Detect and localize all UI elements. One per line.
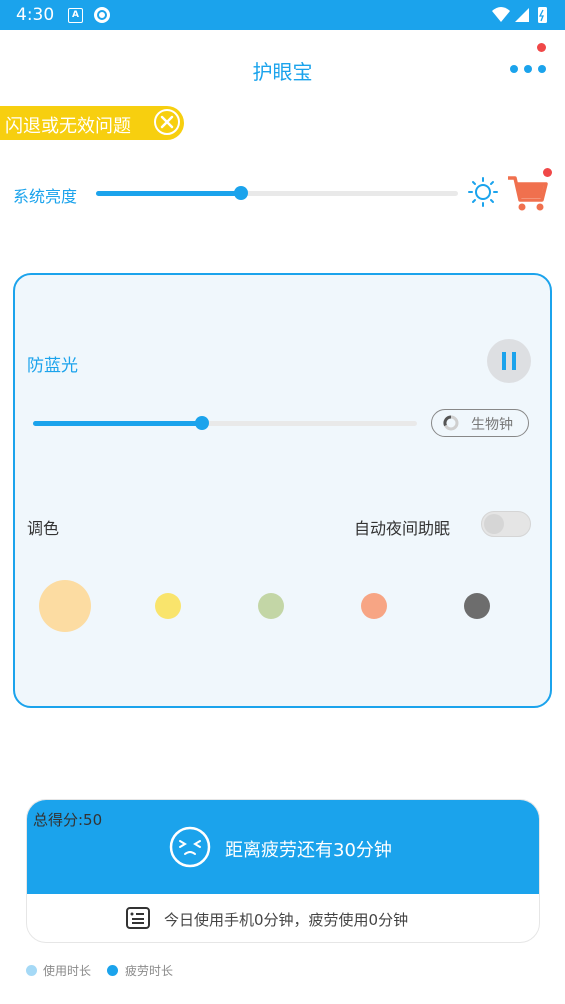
blue-light-card: 防蓝光 生物钟 调色 自动夜间助眠 [13,273,552,708]
color-swatch[interactable] [464,593,490,619]
color-swatch[interactable] [39,580,91,632]
pause-icon-bar [512,352,516,370]
fatigue-countdown: 距离疲劳还有30分钟 [225,840,392,861]
pause-button[interactable] [487,339,531,383]
blue-light-slider[interactable] [33,416,417,430]
status-time: 4:30 [16,5,55,25]
fatigue-legend-dot [107,965,118,976]
report-icon [126,907,150,929]
today-usage-text: 今日使用手机0分钟，疲劳使用0分钟 [164,911,409,929]
more-dot [538,65,546,73]
blue-light-slider-fill [33,421,202,426]
brightness-slider-thumb[interactable] [234,186,248,200]
tint-label: 调色 [27,519,60,538]
more-dots-icon [510,65,518,73]
clock-spinner-icon [443,415,459,431]
pause-icon [502,352,506,370]
toggle-knob [484,514,504,534]
page-title: 护眼宝 [252,60,313,84]
brightness-label: 系统亮度 [13,187,78,206]
crash-issue-banner[interactable]: 闪退或无效问题 [0,106,184,140]
battery-icon [538,7,547,23]
cart-notification-badge [543,168,552,177]
sun-icon [468,177,498,207]
blue-light-title: 防蓝光 [27,356,78,376]
fatigue-legend-label: 疲劳时长 [125,964,174,978]
night-assist-label: 自动夜间助眠 [354,519,451,538]
tired-face-icon [169,826,211,868]
color-swatch[interactable] [361,593,387,619]
signal-icon [515,8,529,22]
shopping-cart-icon[interactable] [506,172,550,214]
color-swatch[interactable] [258,593,284,619]
brightness-slider-fill [96,191,241,196]
a-notification-icon: A [68,8,83,23]
issue-banner-label: 闪退或无效问题 [5,116,131,137]
night-assist-toggle[interactable] [481,511,531,537]
color-swatch[interactable] [155,593,181,619]
more-notification-badge [537,43,546,52]
sync-notification-icon [94,7,110,23]
more-dot [524,65,532,73]
status-icons [492,7,547,23]
biological-clock-label: 生物钟 [471,417,513,433]
usage-legend-label: 使用时长 [43,964,92,978]
score-banner: 总得分:50 距离疲劳还有30分钟 [27,800,539,894]
more-menu-button[interactable] [507,58,549,78]
blue-light-slider-thumb[interactable] [195,416,209,430]
score-card: 总得分:50 距离疲劳还有30分钟 今日使用手机0分钟，疲劳使用0分钟 [26,799,540,943]
biological-clock-button[interactable]: 生物钟 [431,409,529,437]
usage-legend-dot [26,965,37,976]
wifi-icon [492,7,510,22]
brightness-slider[interactable] [96,186,458,200]
status-bar: 4:30 A [0,0,565,30]
total-score: 总得分:50 [33,811,103,829]
close-icon[interactable] [154,109,180,135]
